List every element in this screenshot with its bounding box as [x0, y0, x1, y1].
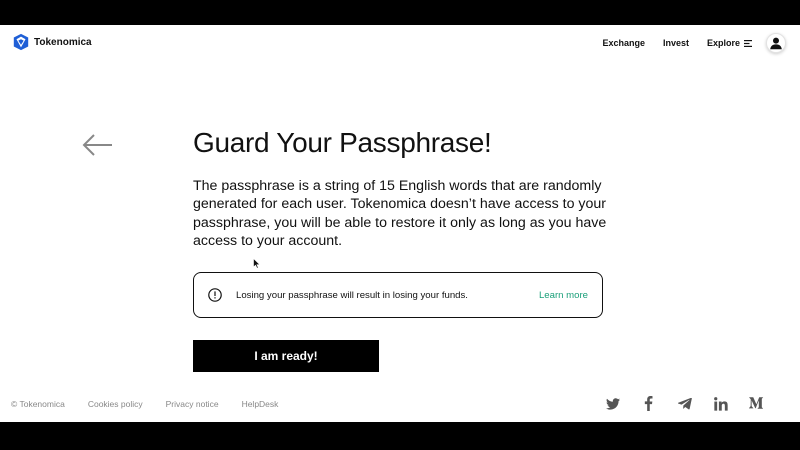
passphrase-description: The passphrase is a string of 15 English… [193, 178, 607, 249]
tokenomica-logo-icon [13, 33, 29, 51]
telegram-icon[interactable] [677, 396, 692, 411]
nav-exchange[interactable]: Exchange [602, 38, 645, 48]
notice-text: Losing your passphrase will result in lo… [236, 289, 468, 301]
medium-icon[interactable] [749, 396, 764, 411]
user-icon [770, 37, 782, 50]
facebook-icon[interactable] [641, 396, 656, 411]
app-frame: Tokenomica Exchange Invest Explore Guard… [0, 25, 800, 422]
footer-links: © Tokenomica Cookies policy Privacy noti… [11, 399, 301, 409]
twitter-icon[interactable] [605, 396, 620, 411]
page-title: Guard Your Passphrase! [193, 127, 492, 158]
social-links [605, 396, 764, 411]
user-avatar-button[interactable] [766, 33, 786, 53]
footer-link-helpdesk[interactable]: HelpDesk [242, 399, 279, 409]
menu-icon [744, 39, 752, 47]
linkedin-icon[interactable] [713, 396, 728, 411]
nav-explore[interactable]: Explore [707, 38, 752, 48]
nav-invest[interactable]: Invest [663, 38, 689, 48]
i-am-ready-button[interactable]: I am ready! [193, 340, 379, 372]
nav-explore-label: Explore [706, 38, 740, 48]
footer-link-privacy[interactable]: Privacy notice [166, 399, 219, 409]
warning-notice: Losing your passphrase will result in lo… [193, 272, 603, 318]
info-alert-icon [208, 288, 222, 302]
learn-more-link[interactable]: Learn more [539, 290, 588, 301]
brand-name: Tokenomica [34, 36, 92, 48]
mouse-cursor-icon [253, 258, 261, 269]
top-header: Tokenomica Exchange Invest Explore [0, 25, 800, 61]
brand-logo[interactable]: Tokenomica [12, 33, 92, 51]
page-footer: © Tokenomica Cookies policy Privacy noti… [0, 395, 800, 422]
footer-copyright: © Tokenomica [11, 399, 65, 409]
back-arrow-icon[interactable] [82, 134, 114, 156]
footer-link-cookies[interactable]: Cookies policy [88, 399, 143, 409]
main-nav: Exchange Invest Explore [602, 38, 752, 48]
